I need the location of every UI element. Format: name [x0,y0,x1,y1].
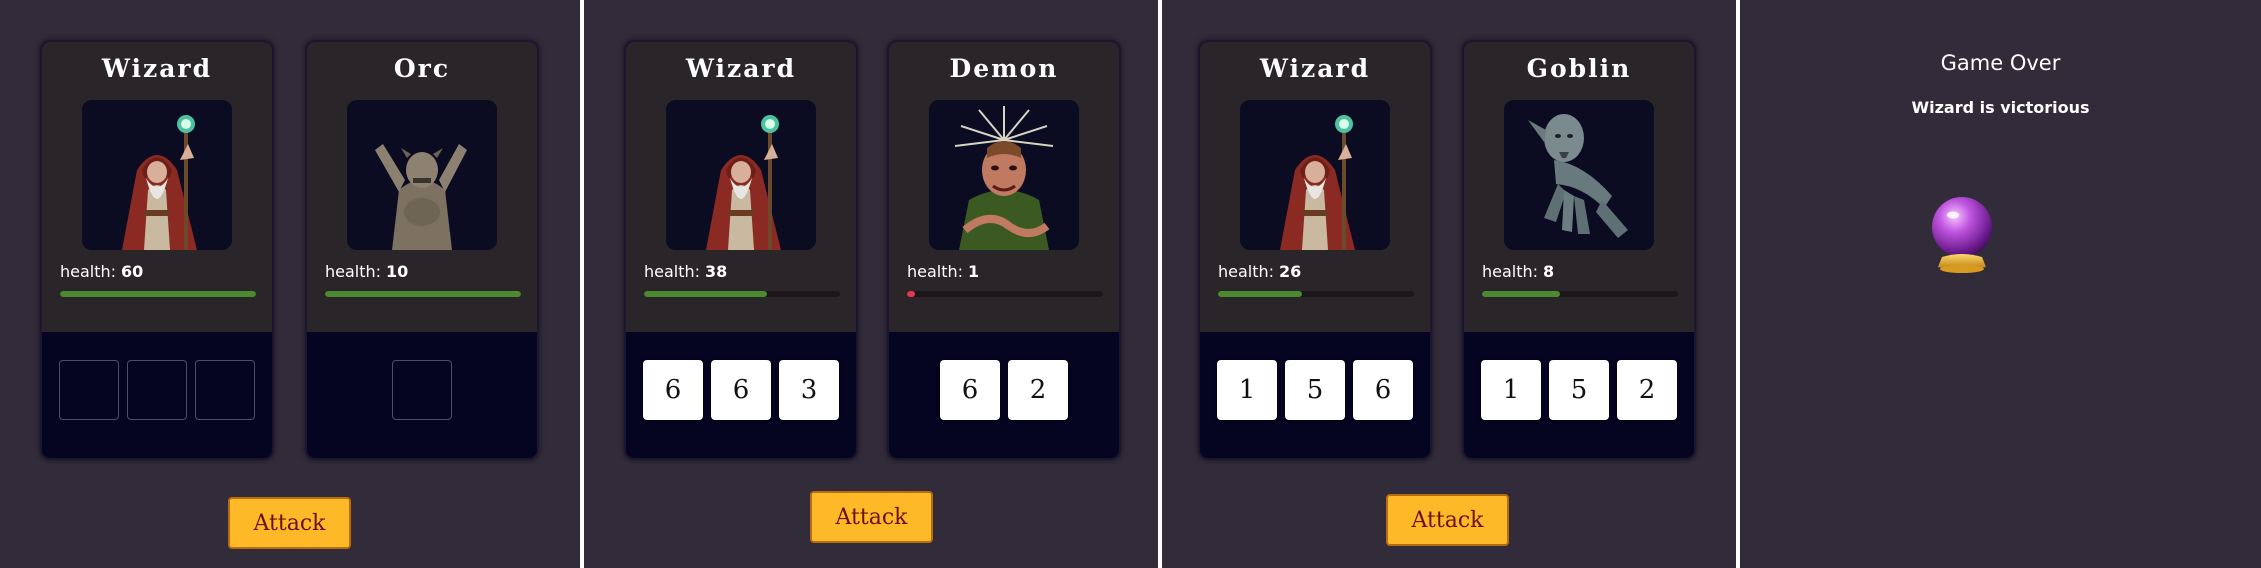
victory-message: Wizard is victorious [1911,98,2090,117]
monster-card: Goblin health: 8 152 [1462,40,1696,460]
health-readout: health: 26 [1218,262,1301,281]
die: 1 [1481,360,1541,420]
health-readout: health: 38 [644,262,727,281]
health-bar [907,291,1103,297]
health-bar-fill [1482,291,1561,297]
health-bar-fill [644,291,768,297]
character-name: Goblin [1526,54,1632,83]
crystal-ball-icon [1932,197,1992,273]
game-screen-1: Wizard health: 60 Orc health: 10 Attack [0,0,580,568]
health-label: health: [325,262,382,281]
monster-card: Demon health: 1 62 [887,40,1121,460]
attack-button[interactable]: Attack [810,491,933,543]
die: 6 [711,360,771,420]
monster-card: Orc health: 10 [305,40,539,460]
health-bar [325,291,521,297]
die: 6 [1353,360,1413,420]
health-bar-fill [60,291,256,297]
health-bar [1482,291,1678,297]
character-name: Wizard [1259,54,1371,83]
die: 3 [779,360,839,420]
game-screen-3: Wizard health: 26 156 Goblin health: 8 1… [1162,0,1736,568]
character-name: Orc [393,54,451,83]
die: 6 [643,360,703,420]
health-value: 10 [386,262,409,281]
wizard-portrait [82,100,232,250]
empty-die-slot [59,360,119,420]
health-value: 8 [1543,262,1555,281]
health-bar [644,291,840,297]
empty-die-slot [392,360,452,420]
character-name: Wizard [101,54,213,83]
health-readout: health: 1 [907,262,979,281]
health-bar [60,291,256,297]
attack-button[interactable]: Attack [1386,494,1509,546]
game-over-title: Game Over [1940,51,2061,75]
health-label: health: [644,262,701,281]
empty-die-slot [195,360,255,420]
health-readout: health: 10 [325,262,408,281]
health-value: 38 [705,262,728,281]
die: 1 [1217,360,1277,420]
dice-row: 62 [889,360,1119,420]
health-label: health: [1218,262,1275,281]
empty-die-slot [127,360,187,420]
attack-button[interactable]: Attack [228,497,351,549]
goblin-portrait [1504,100,1654,250]
health-value: 26 [1279,262,1302,281]
game-over-screen: Game Over Wizard is victorious [1740,0,2261,568]
dice-row: 663 [626,360,856,420]
health-label: health: [907,262,964,281]
character-name: Demon [949,54,1059,83]
health-bar-fill [907,291,915,297]
health-readout: health: 8 [1482,262,1554,281]
health-readout: health: 60 [60,262,143,281]
health-value: 60 [121,262,144,281]
health-bar-fill [1218,291,1303,297]
health-bar [1218,291,1414,297]
die: 2 [1617,360,1677,420]
health-label: health: [1482,262,1539,281]
wizard-portrait [1240,100,1390,250]
dice-row: 156 [1200,360,1430,420]
dice-row [307,360,537,420]
hero-card: Wizard health: 38 663 [624,40,858,460]
dice-row [42,360,272,420]
die: 5 [1285,360,1345,420]
health-value: 1 [968,262,980,281]
wizard-portrait [666,100,816,250]
health-label: health: [60,262,117,281]
dice-row: 152 [1464,360,1694,420]
orc-portrait [347,100,497,250]
die: 6 [940,360,1000,420]
die: 5 [1549,360,1609,420]
hero-card: Wizard health: 60 [40,40,274,460]
game-screen-2: Wizard health: 38 663 Demon health: 1 6 … [584,0,1158,568]
die: 2 [1008,360,1068,420]
character-name: Wizard [685,54,797,83]
hero-card: Wizard health: 26 156 [1198,40,1432,460]
demon-portrait [929,100,1079,250]
health-bar-fill [325,291,521,297]
